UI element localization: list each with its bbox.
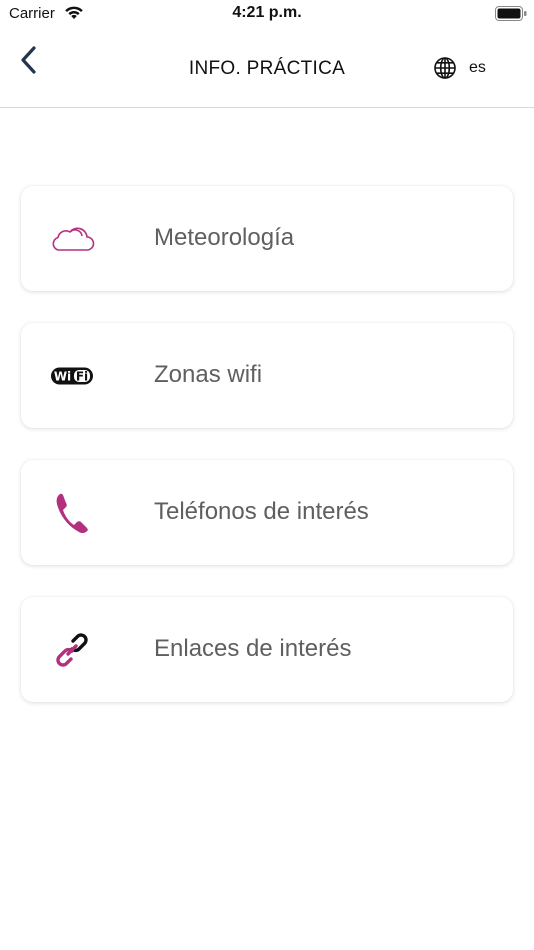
globe-icon (434, 57, 456, 79)
navigation-bar: INFO. PRÁCTICA es (0, 28, 534, 108)
language-label: es (469, 59, 486, 76)
menu-item-links[interactable]: Enlaces de interés (21, 597, 513, 702)
phone-icon (49, 490, 95, 536)
cloud-icon (49, 216, 95, 262)
menu-item-label: Teléfonos de interés (154, 498, 369, 525)
language-selector[interactable]: es (433, 55, 486, 81)
menu-item-phones[interactable]: Teléfonos de interés (21, 460, 513, 565)
menu-item-weather[interactable]: Meteorología (21, 186, 513, 291)
menu-item-label: Zonas wifi (154, 361, 263, 388)
wifi-icon: Wi Fi (49, 353, 95, 399)
status-time: 4:21 p.m. (232, 4, 302, 21)
svg-text:Wi: Wi (54, 370, 71, 384)
battery-icon (495, 6, 527, 21)
menu-item-label: Meteorología (154, 224, 295, 251)
svg-text:Fi: Fi (76, 370, 88, 384)
status-bar: Carrier 4:21 p.m. (0, 0, 534, 28)
menu-item-label: Enlaces de interés (154, 635, 352, 662)
menu-item-wifi-zones[interactable]: Wi Fi Zonas wifi (21, 323, 513, 428)
link-icon (49, 627, 95, 673)
